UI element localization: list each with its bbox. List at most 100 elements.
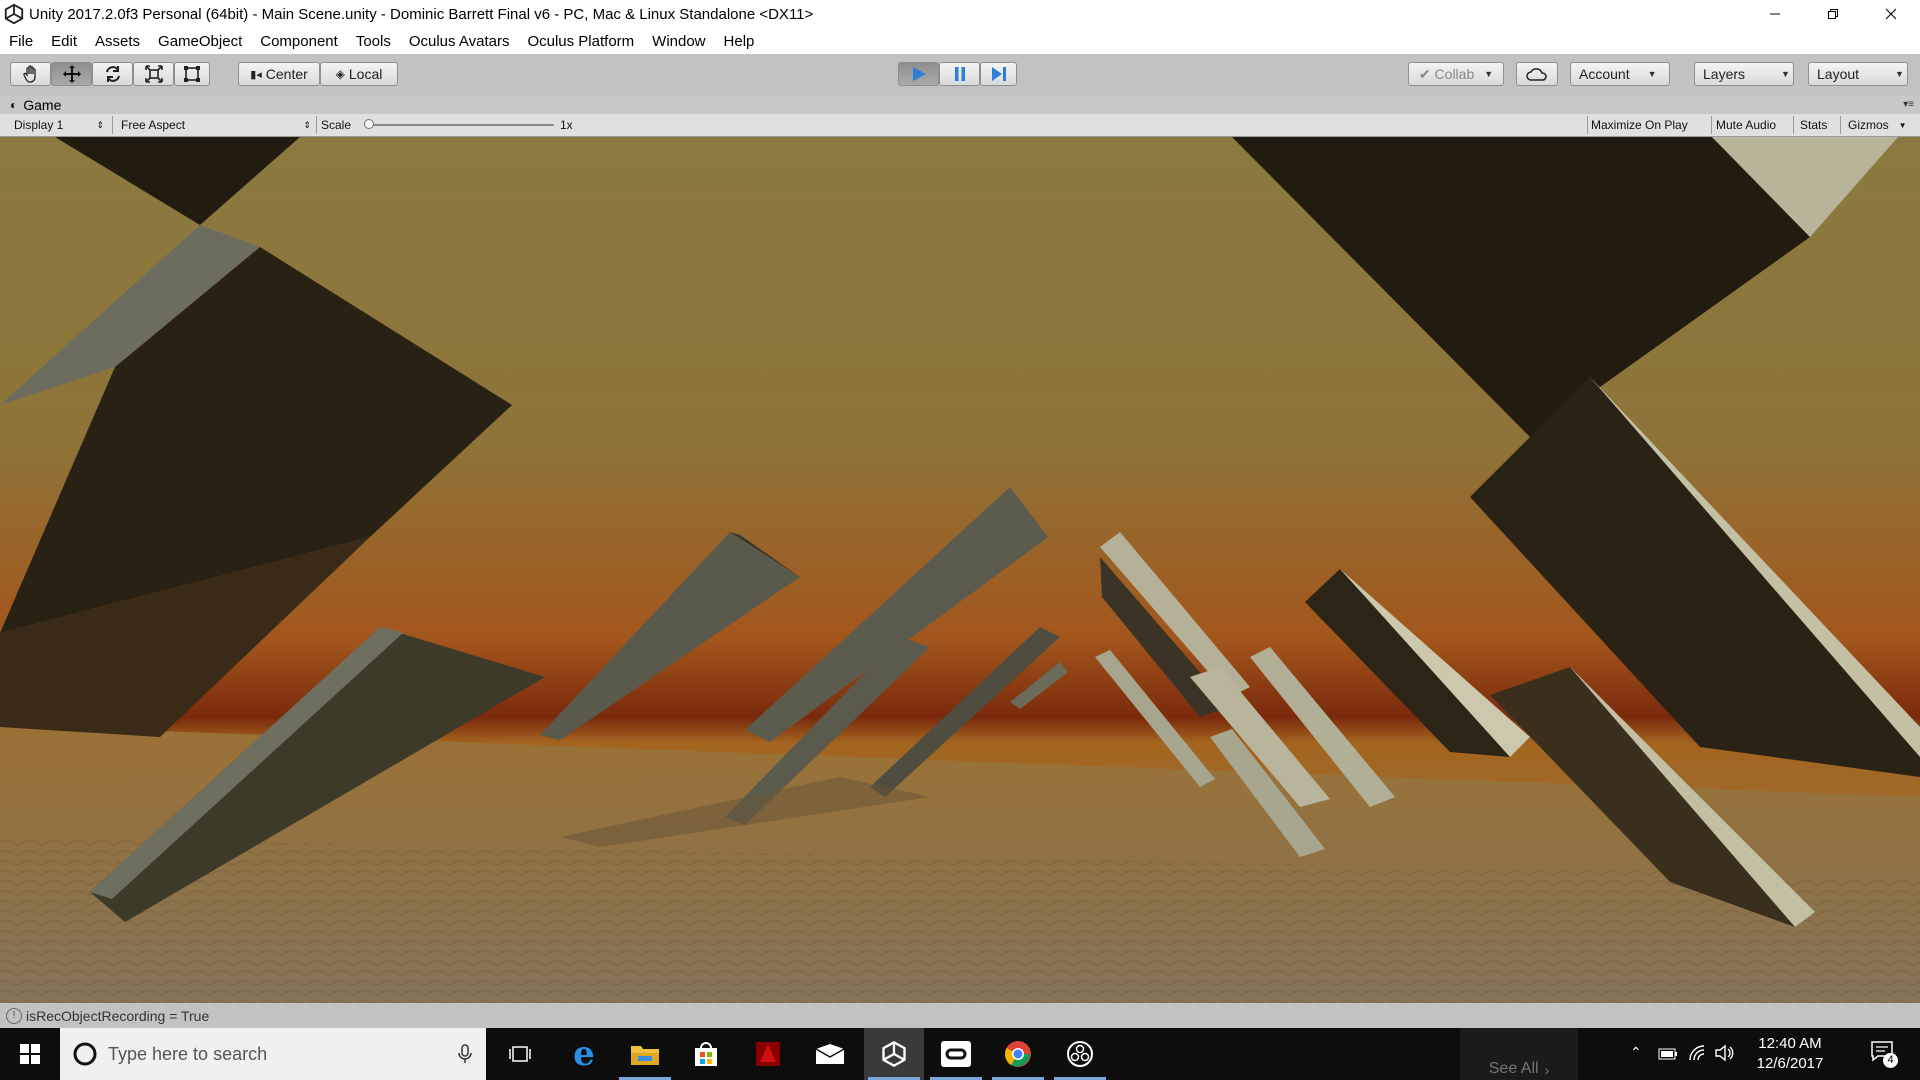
action-center-icon[interactable]: 4 bbox=[1870, 1040, 1902, 1068]
main-toolbar: ▮◂ Center ◈ Local ✔ Collab ▼ Account ▼ L… bbox=[0, 54, 1920, 97]
console-status-bar[interactable]: ! isRecObjectRecording = True bbox=[0, 1003, 1920, 1028]
restore-icon[interactable] bbox=[1804, 0, 1862, 28]
hand-tool-button[interactable] bbox=[10, 62, 51, 86]
divider bbox=[1587, 116, 1588, 134]
tab-menu-icon[interactable]: ▾≡ bbox=[1903, 99, 1914, 110]
clock-date: 12/6/2017 bbox=[1756, 1055, 1824, 1072]
divider bbox=[1711, 116, 1712, 134]
tab-game[interactable]: ◐ Game bbox=[10, 96, 61, 114]
obs-icon[interactable] bbox=[1050, 1028, 1110, 1080]
menu-assets[interactable]: Assets bbox=[86, 33, 149, 50]
divider bbox=[112, 116, 113, 134]
status-message: isRecObjectRecording = True bbox=[26, 1007, 210, 1024]
pivot-local-button[interactable]: ◈ Local bbox=[320, 62, 398, 86]
see-all-link[interactable]: See All › bbox=[1460, 1028, 1578, 1080]
menu-window[interactable]: Window bbox=[643, 33, 714, 50]
clock[interactable]: 12:40 AM 12/6/2017 bbox=[1744, 1034, 1836, 1074]
scale-slider[interactable] bbox=[364, 116, 554, 134]
chevron-down-icon: ▼ bbox=[1895, 69, 1904, 79]
task-view-icon[interactable] bbox=[490, 1028, 550, 1080]
red-app-icon[interactable] bbox=[738, 1028, 798, 1080]
close-icon[interactable] bbox=[1862, 0, 1920, 28]
display-dropdown[interactable]: Display 1 ⇕ bbox=[14, 116, 104, 134]
game-viewport[interactable] bbox=[0, 137, 1920, 1003]
window-title-bar: Unity 2017.2.0f3 Personal (64bit) - Main… bbox=[0, 0, 1920, 28]
game-view-toolbar: Display 1 ⇕ Free Aspect ⇕ Scale 1x Maxim… bbox=[0, 114, 1920, 137]
menu-edit[interactable]: Edit bbox=[42, 33, 86, 50]
account-dropdown[interactable]: Account ▼ bbox=[1570, 62, 1670, 86]
play-button[interactable] bbox=[898, 62, 939, 86]
pause-icon bbox=[954, 67, 965, 81]
scene-render bbox=[0, 137, 1920, 1003]
scale-slider-thumb[interactable] bbox=[364, 119, 374, 129]
rect-tool-button[interactable] bbox=[174, 62, 210, 86]
volume-icon[interactable] bbox=[1714, 1044, 1734, 1062]
hand-icon bbox=[22, 65, 36, 83]
menu-bar: File Edit Assets GameObject Component To… bbox=[0, 28, 1920, 54]
battery-icon[interactable] bbox=[1658, 1048, 1678, 1060]
start-button[interactable] bbox=[0, 1028, 60, 1080]
chrome-icon[interactable] bbox=[988, 1028, 1048, 1080]
maximize-on-play-toggle[interactable]: Maximize On Play bbox=[1591, 116, 1688, 134]
search-placeholder: Type here to search bbox=[108, 1043, 268, 1064]
mute-audio-toggle[interactable]: Mute Audio bbox=[1716, 116, 1776, 134]
mail-icon[interactable] bbox=[800, 1028, 860, 1080]
move-tool-button[interactable] bbox=[51, 62, 92, 86]
system-tray: ⌃ 12:40 AM 12/6/2017 4 bbox=[1630, 1028, 1920, 1080]
oculus-icon[interactable] bbox=[926, 1028, 986, 1080]
aspect-dropdown[interactable]: Free Aspect ⇕ bbox=[121, 116, 311, 134]
minimize-icon[interactable] bbox=[1746, 0, 1804, 28]
notification-badge: 4 bbox=[1883, 1053, 1898, 1068]
menu-file[interactable]: File bbox=[0, 33, 42, 50]
scale-icon bbox=[144, 65, 163, 83]
clock-time: 12:40 AM bbox=[1758, 1035, 1822, 1052]
taskbar-search[interactable]: Type here to search bbox=[60, 1028, 486, 1080]
rotate-tool-button[interactable] bbox=[92, 62, 133, 86]
scale-value: 1x bbox=[560, 118, 573, 132]
check-icon: ✔ bbox=[1418, 65, 1431, 82]
pivot-center-button[interactable]: ▮◂ Center bbox=[238, 62, 320, 86]
unity-icon[interactable] bbox=[864, 1028, 924, 1080]
layers-dropdown[interactable]: Layers ▼ bbox=[1694, 62, 1794, 86]
windows-taskbar: Type here to search e See All › ⌃ 12:40 … bbox=[0, 1028, 1920, 1080]
scale-label: Scale bbox=[321, 118, 352, 132]
gizmos-dropdown[interactable]: Gizmos ▼ bbox=[1848, 116, 1907, 134]
chevron-down-icon: ▼ bbox=[1781, 69, 1790, 79]
cloud-button[interactable] bbox=[1516, 62, 1558, 86]
stats-toggle[interactable]: Stats bbox=[1800, 116, 1827, 134]
store-icon[interactable] bbox=[676, 1028, 736, 1080]
cloud-icon bbox=[1526, 68, 1547, 81]
move-icon bbox=[62, 65, 81, 83]
menu-gameobject[interactable]: GameObject bbox=[149, 33, 251, 50]
play-icon bbox=[912, 67, 926, 81]
updown-icon: ⇕ bbox=[303, 119, 311, 130]
file-explorer-icon[interactable] bbox=[615, 1028, 675, 1080]
divider bbox=[1793, 116, 1794, 134]
edge-icon[interactable]: e bbox=[554, 1028, 614, 1080]
chevron-down-icon: ▼ bbox=[1484, 69, 1494, 79]
menu-component[interactable]: Component bbox=[251, 33, 347, 50]
step-button[interactable] bbox=[980, 62, 1017, 86]
microphone-icon[interactable] bbox=[458, 1044, 472, 1064]
layout-dropdown[interactable]: Layout ▼ bbox=[1808, 62, 1908, 86]
wifi-icon[interactable] bbox=[1688, 1044, 1706, 1062]
rotate-icon bbox=[105, 66, 120, 82]
menu-oculus-platform[interactable]: Oculus Platform bbox=[518, 33, 643, 50]
updown-icon: ⇕ bbox=[96, 119, 104, 130]
divider bbox=[1840, 116, 1841, 134]
menu-tools[interactable]: Tools bbox=[347, 33, 400, 50]
chevron-right-icon: › bbox=[1544, 1062, 1550, 1078]
chevron-down-icon: ▼ bbox=[1898, 120, 1907, 130]
collab-dropdown[interactable]: ✔ Collab ▼ bbox=[1408, 62, 1504, 86]
windows-logo-icon bbox=[20, 1044, 40, 1064]
menu-oculus-avatars[interactable]: Oculus Avatars bbox=[400, 33, 519, 50]
chevron-down-icon: ▼ bbox=[1647, 69, 1657, 79]
info-icon: ! bbox=[6, 1007, 22, 1024]
scale-tool-button[interactable] bbox=[133, 62, 174, 86]
cube-icon: ◈ bbox=[335, 67, 345, 81]
menu-help[interactable]: Help bbox=[715, 33, 764, 50]
game-icon: ◐ bbox=[10, 98, 18, 112]
cortana-icon bbox=[73, 1042, 97, 1066]
pause-button[interactable] bbox=[939, 62, 980, 86]
chevron-up-icon[interactable]: ⌃ bbox=[1630, 1044, 1642, 1061]
